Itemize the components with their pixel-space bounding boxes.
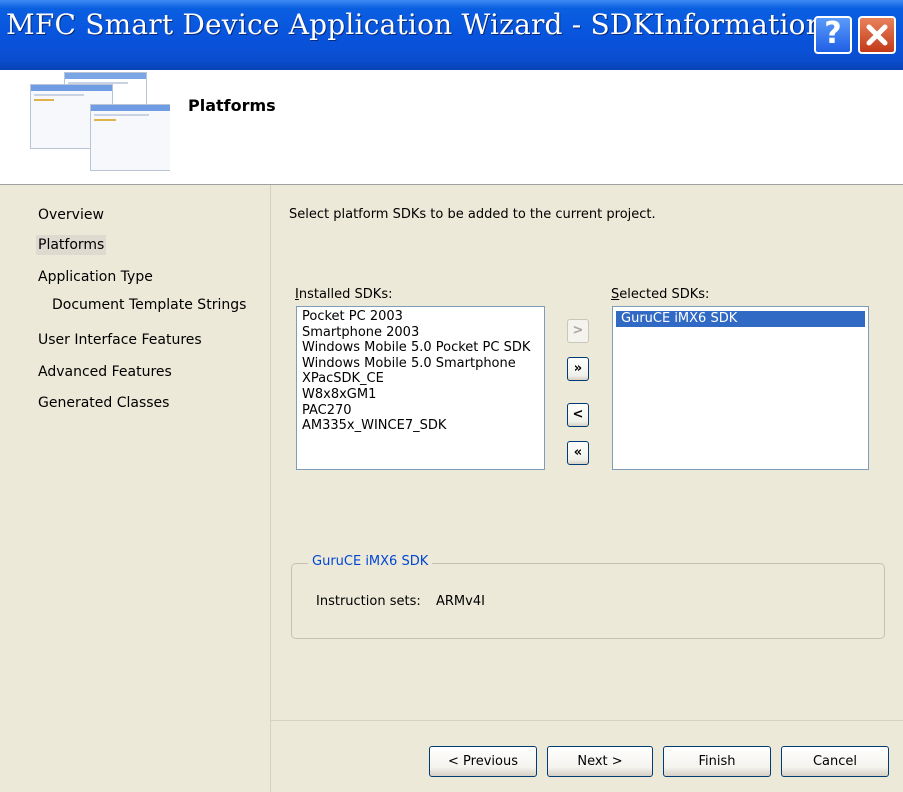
remove-all-button[interactable]: « [567, 441, 589, 465]
list-item[interactable]: AM335x_WINCE7_SDK [297, 418, 544, 434]
window-title: MFC Smart Device Application Wizard - SD… [6, 8, 824, 41]
platforms-page: Select platform SDKs to be added to the … [271, 185, 903, 720]
wizard-nav: Overview Platforms Application Type Docu… [8, 185, 271, 792]
wizard-window: MFC Smart Device Application Wizard - SD… [0, 0, 903, 792]
installed-sdks-list[interactable]: Pocket PC 2003 Smartphone 2003 Windows M… [296, 306, 545, 470]
remove-one-button[interactable]: < [567, 403, 589, 427]
list-item[interactable]: XPacSDK_CE [297, 371, 544, 387]
instruction-sets-value: ARMv4I [436, 594, 485, 609]
nav-item-application-type[interactable]: Application Type [38, 269, 153, 285]
wizard-banner-icon [30, 72, 170, 171]
next-button[interactable]: Next > [547, 746, 653, 777]
sdk-details-group: GuruCE iMX6 SDK Instruction sets: ARMv4I [291, 554, 885, 639]
help-icon: ? [824, 16, 842, 51]
add-one-button[interactable]: > [567, 319, 589, 343]
previous-button[interactable]: < Previous [429, 746, 537, 777]
add-all-button[interactable]: » [567, 357, 589, 381]
nav-item-platforms[interactable]: Platforms [36, 235, 107, 255]
list-item[interactable]: PAC270 [297, 403, 544, 419]
page-title: Platforms [188, 96, 276, 115]
list-item[interactable]: Pocket PC 2003 [297, 309, 544, 325]
nav-item-overview[interactable]: Overview [38, 207, 104, 223]
sdk-details-title: GuruCE iMX6 SDK [308, 554, 433, 569]
installed-sdks-label: Installed SDKs: [295, 287, 393, 302]
list-item[interactable]: Windows Mobile 5.0 Pocket PC SDK [297, 340, 544, 356]
nav-item-user-interface-features[interactable]: User Interface Features [38, 332, 202, 348]
list-item[interactable]: Windows Mobile 5.0 Smartphone [297, 356, 544, 372]
finish-button[interactable]: Finish [663, 746, 771, 777]
selected-sdks-list[interactable]: GuruCE iMX6 SDK [612, 306, 869, 470]
cancel-button[interactable]: Cancel [781, 746, 889, 777]
instruction-sets-label: Instruction sets: [316, 594, 421, 609]
wizard-footer: < Previous Next > Finish Cancel [271, 720, 903, 792]
wizard-header: Platforms [0, 70, 903, 185]
title-bar[interactable]: MFC Smart Device Application Wizard - SD… [0, 0, 903, 70]
list-item-selected[interactable]: GuruCE iMX6 SDK [616, 311, 865, 327]
instruction-text: Select platform SDKs to be added to the … [289, 207, 656, 222]
help-button[interactable]: ? [814, 16, 852, 54]
close-button[interactable] [858, 16, 896, 54]
nav-item-advanced-features[interactable]: Advanced Features [38, 364, 172, 380]
nav-item-document-template-strings[interactable]: Document Template Strings [52, 297, 246, 313]
selected-sdks-label: Selected SDKs: [611, 287, 710, 302]
close-icon [866, 24, 888, 46]
nav-item-generated-classes[interactable]: Generated Classes [38, 395, 169, 411]
list-item[interactable]: W8x8xGM1 [297, 387, 544, 403]
list-item[interactable]: Smartphone 2003 [297, 325, 544, 341]
